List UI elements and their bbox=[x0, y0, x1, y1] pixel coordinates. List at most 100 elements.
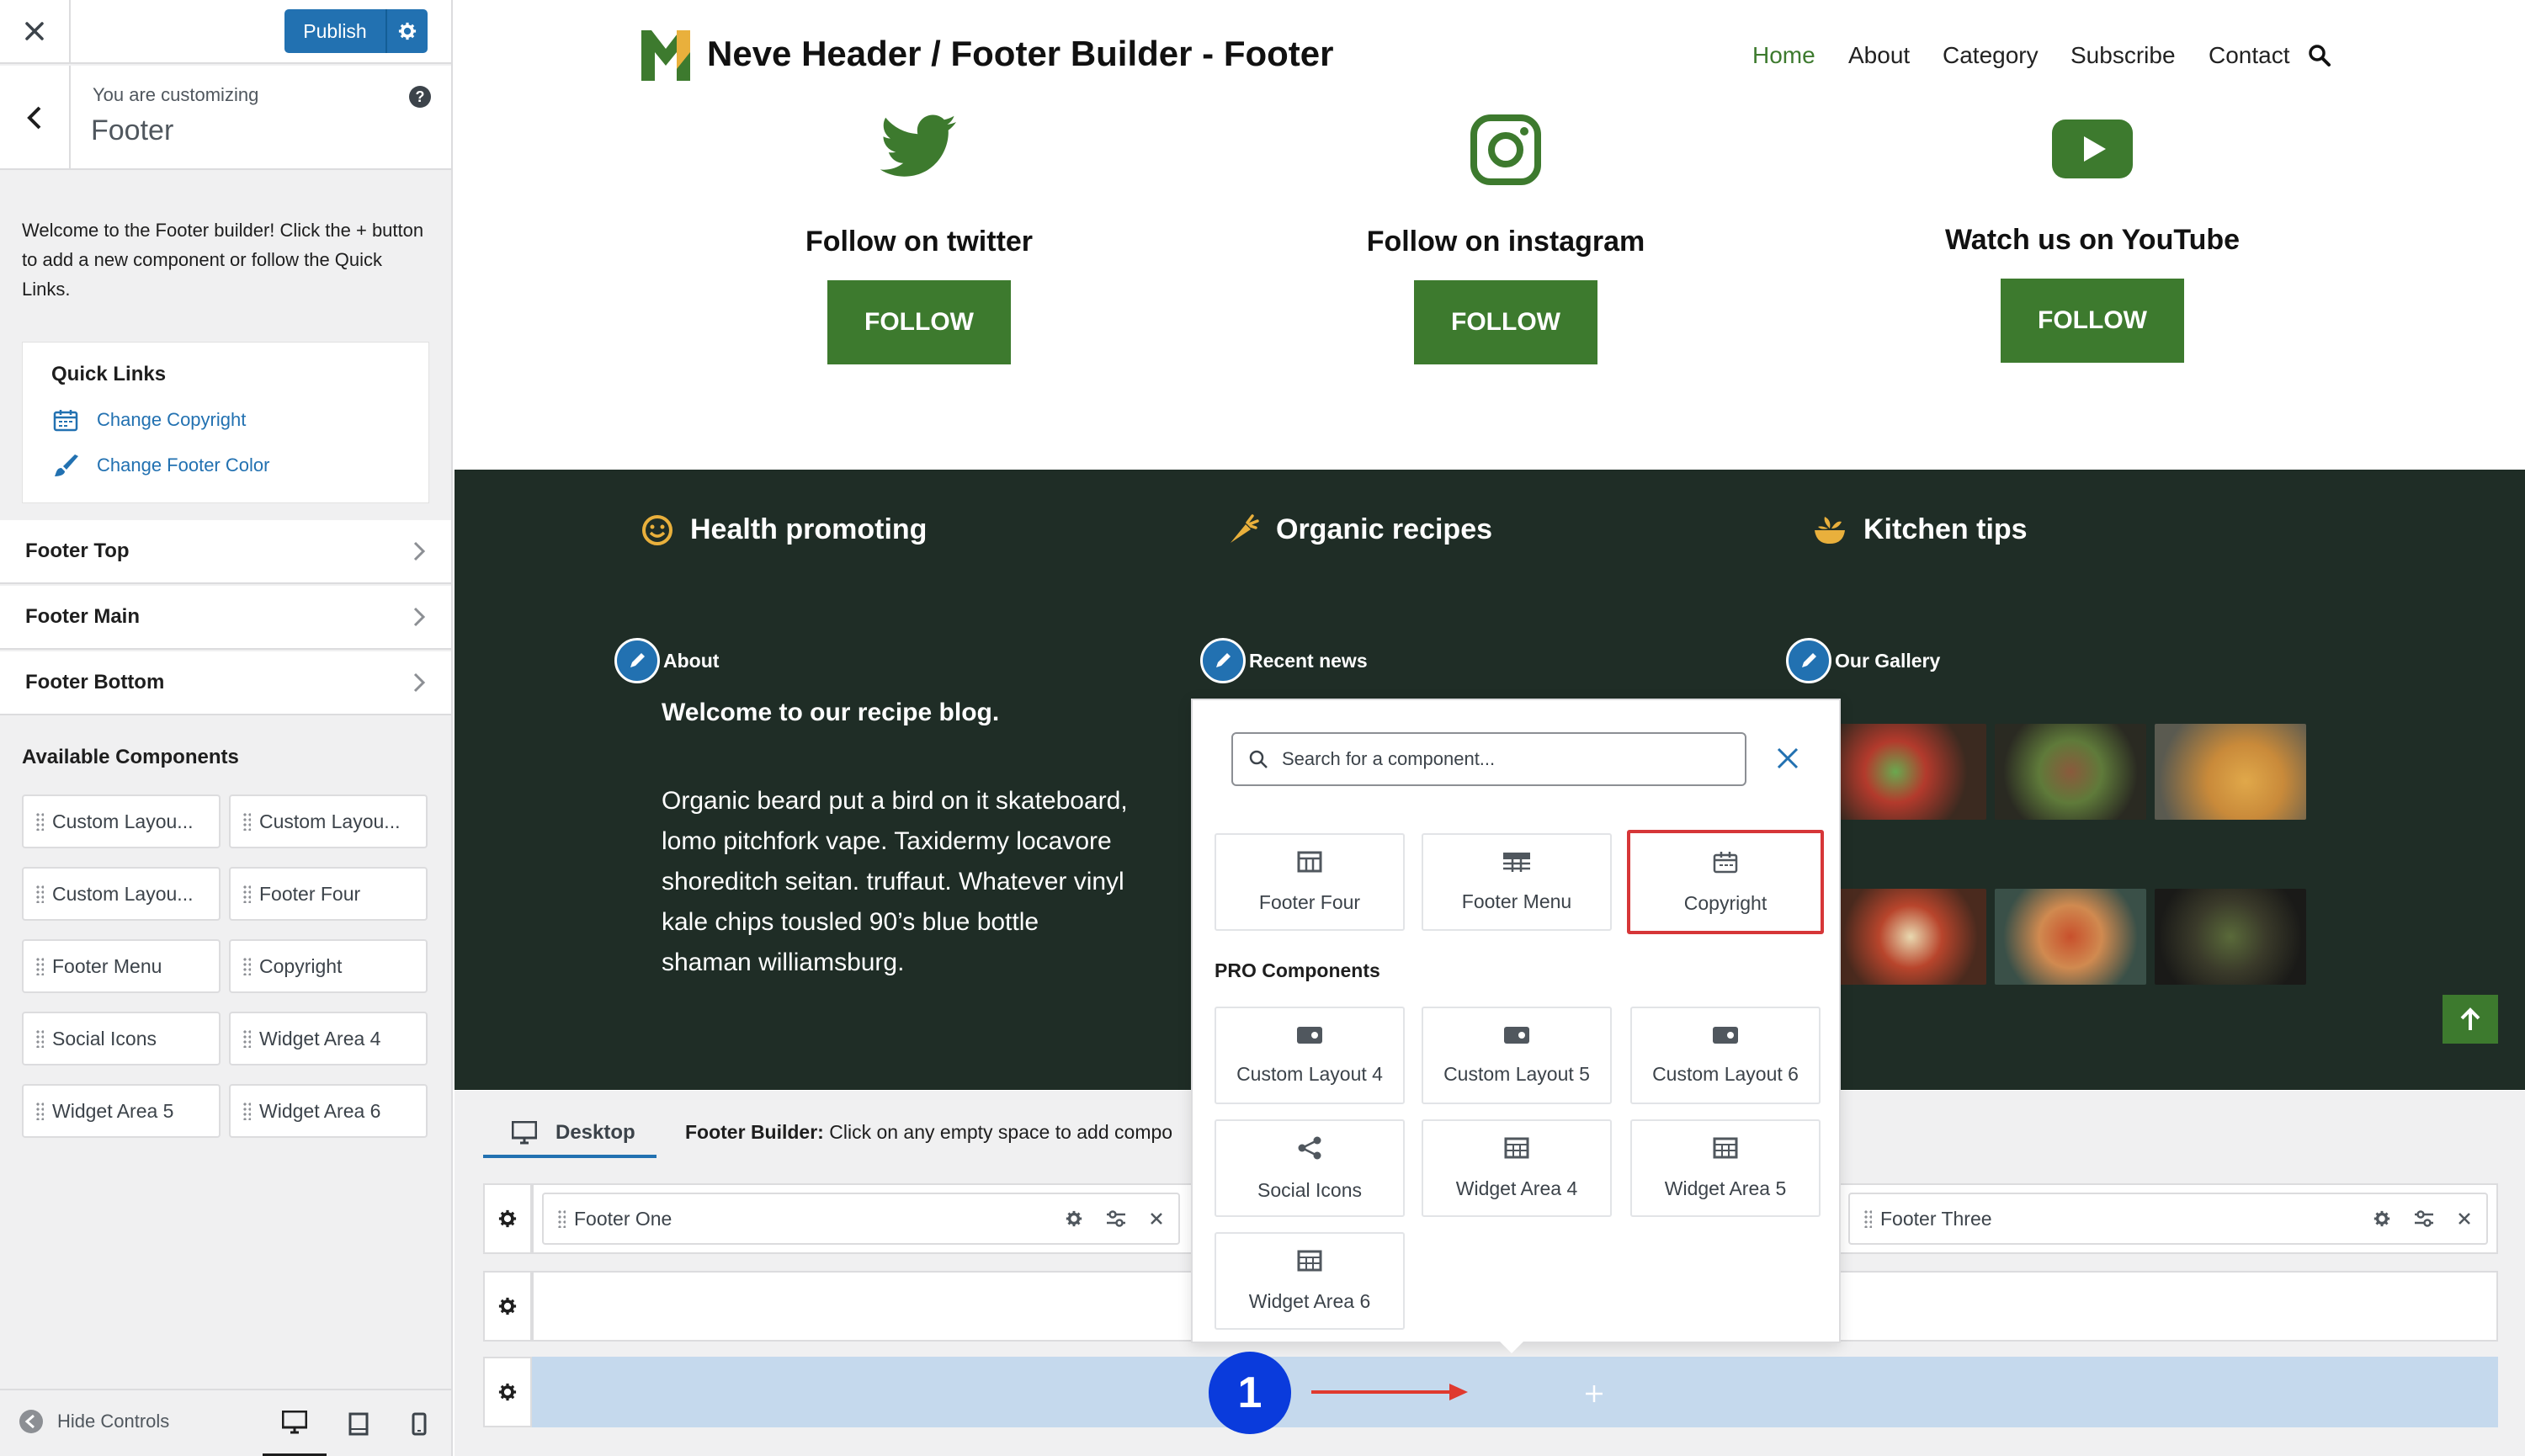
widget-recent-news-label: Recent news bbox=[1200, 638, 1368, 683]
gallery-image[interactable] bbox=[2155, 889, 2306, 985]
row-bottom-settings-button[interactable] bbox=[483, 1357, 532, 1427]
bowl-icon bbox=[1815, 516, 1845, 544]
follow-twitter-button[interactable]: FOLLOW bbox=[827, 280, 1011, 364]
publish-settings-button[interactable] bbox=[385, 9, 428, 53]
desktop-icon bbox=[512, 1121, 537, 1145]
pro-component-option[interactable]: Widget Area 5 bbox=[1630, 1119, 1821, 1217]
mobile-preview-button[interactable] bbox=[387, 1390, 451, 1456]
gallery-image[interactable] bbox=[1835, 889, 1986, 985]
pro-component-option[interactable]: Widget Area 6 bbox=[1215, 1232, 1405, 1330]
gear-icon[interactable] bbox=[2374, 1210, 2390, 1227]
gear-icon[interactable] bbox=[1066, 1210, 1082, 1227]
component-option-label: Widget Area 6 bbox=[1248, 1289, 1371, 1312]
desktop-icon bbox=[282, 1410, 307, 1433]
nav-about[interactable]: About bbox=[1848, 42, 1910, 69]
copyright-component-option[interactable]: Copyright bbox=[1627, 830, 1824, 934]
desktop-preview-button[interactable] bbox=[263, 1390, 327, 1456]
footer-main-section[interactable]: Footer Main bbox=[0, 586, 451, 650]
footer-bottom-section[interactable]: Footer Bottom bbox=[0, 651, 451, 715]
remove-icon[interactable] bbox=[2458, 1212, 2471, 1225]
pro-component-option[interactable]: Custom Layout 6 bbox=[1630, 1007, 1821, 1104]
back-button[interactable] bbox=[0, 66, 71, 170]
component-chip[interactable]: Widget Area 6 bbox=[229, 1084, 428, 1138]
tablet-preview-button[interactable] bbox=[327, 1390, 391, 1456]
pro-component-option[interactable]: Custom Layout 4 bbox=[1215, 1007, 1405, 1104]
builder-help-text: Footer Builder: Click on any empty space… bbox=[685, 1121, 1172, 1144]
custom-layout-icon bbox=[1504, 1026, 1529, 1044]
publish-button[interactable]: Publish bbox=[284, 9, 428, 53]
component-chip[interactable]: Widget Area 4 bbox=[229, 1012, 428, 1065]
close-customizer-button[interactable] bbox=[0, 0, 71, 62]
gallery-image[interactable] bbox=[1835, 724, 1986, 820]
about-text: Organic beard put a bird on it skateboar… bbox=[662, 787, 1128, 976]
row-bottom[interactable] bbox=[532, 1357, 2498, 1427]
popover-pointer bbox=[1498, 1340, 1525, 1353]
row-top-settings-button[interactable] bbox=[483, 1183, 532, 1254]
pro-component-option[interactable]: Social Icons bbox=[1215, 1119, 1405, 1217]
follow-instagram-button[interactable]: FOLLOW bbox=[1414, 280, 1597, 364]
social-youtube-block: Watch us on YouTube FOLLOW bbox=[1874, 114, 2311, 363]
pro-component-option[interactable]: Custom Layout 5 bbox=[1422, 1007, 1612, 1104]
change-copyright-link[interactable]: Change Copyright bbox=[53, 405, 246, 435]
chevron-left-icon bbox=[27, 106, 41, 130]
nav-contact[interactable]: Contact bbox=[2209, 42, 2290, 69]
nav-home[interactable]: Home bbox=[1752, 42, 1815, 69]
component-chip[interactable]: Footer Four bbox=[229, 867, 428, 921]
component-chip-label: Social Icons bbox=[52, 1027, 157, 1049]
sliders-icon[interactable] bbox=[1106, 1210, 1126, 1227]
edit-widget-button[interactable] bbox=[1786, 638, 1831, 683]
pro-component-option[interactable]: Widget Area 4 bbox=[1422, 1119, 1612, 1217]
scroll-to-top-button[interactable] bbox=[2443, 995, 2498, 1044]
change-footer-color-link[interactable]: Change Footer Color bbox=[53, 450, 269, 481]
drag-handle-icon bbox=[1863, 1209, 1872, 1228]
gallery-image[interactable] bbox=[1995, 889, 2146, 985]
component-option-label: Custom Layout 6 bbox=[1652, 1062, 1799, 1085]
social-heading: Follow on twitter bbox=[805, 226, 1034, 258]
component-chip[interactable]: Custom Layou... bbox=[22, 867, 221, 921]
hide-controls-button[interactable]: Hide Controls bbox=[19, 1409, 169, 1434]
change-copyright-label: Change Copyright bbox=[97, 409, 247, 430]
site-logo-icon bbox=[641, 30, 690, 81]
gear-icon bbox=[498, 1383, 517, 1401]
component-search-input[interactable]: Search for a component... bbox=[1231, 732, 1746, 786]
pencil-icon bbox=[1802, 653, 1816, 667]
footer-top-section[interactable]: Footer Top bbox=[0, 520, 451, 584]
gallery-image[interactable] bbox=[2155, 724, 2306, 820]
gallery-image[interactable] bbox=[1995, 724, 2146, 820]
footer-three-slot[interactable]: Footer Three bbox=[1848, 1193, 2488, 1245]
component-chip[interactable]: Custom Layou... bbox=[229, 794, 428, 848]
edit-widget-button[interactable] bbox=[614, 638, 660, 683]
desktop-tab[interactable]: Desktop bbox=[483, 1111, 656, 1158]
calendar-icon bbox=[53, 410, 78, 432]
custom-layout-icon bbox=[1297, 1026, 1322, 1044]
nav-category[interactable]: Category bbox=[1943, 42, 2039, 69]
social-heading: Watch us on YouTube bbox=[1944, 224, 2241, 256]
feature-label: Health promoting bbox=[690, 513, 928, 545]
quick-links-title: Quick Links bbox=[51, 363, 167, 385]
component-chip[interactable]: Widget Area 5 bbox=[22, 1084, 221, 1138]
close-popover-button[interactable] bbox=[1768, 739, 1807, 778]
add-component-plus-icon[interactable] bbox=[1584, 1384, 1604, 1404]
component-option[interactable]: Footer Menu bbox=[1422, 833, 1612, 931]
sliders-icon[interactable] bbox=[2414, 1210, 2434, 1227]
nav-subscribe[interactable]: Subscribe bbox=[2070, 42, 2176, 69]
change-footer-color-label: Change Footer Color bbox=[97, 454, 270, 476]
component-chip[interactable]: Custom Layou... bbox=[22, 794, 221, 848]
component-chip[interactable]: Social Icons bbox=[22, 1012, 221, 1065]
pro-components-title: PRO Components bbox=[1215, 959, 1380, 981]
follow-youtube-button[interactable]: FOLLOW bbox=[2001, 279, 2184, 363]
remove-icon[interactable] bbox=[1150, 1212, 1163, 1225]
widget-title: Recent news bbox=[1249, 649, 1368, 672]
footer-one-slot[interactable]: Footer One bbox=[542, 1193, 1180, 1245]
component-chip-label: Widget Area 6 bbox=[259, 1099, 381, 1122]
search-icon[interactable] bbox=[2308, 44, 2331, 67]
help-icon[interactable]: ? bbox=[409, 86, 431, 108]
menu-icon bbox=[1503, 852, 1530, 872]
row-main-settings-button[interactable] bbox=[483, 1271, 532, 1342]
component-option[interactable]: Footer Four bbox=[1215, 833, 1405, 931]
component-option-label: Custom Layout 5 bbox=[1443, 1062, 1590, 1085]
social-instagram-block: Follow on instagram FOLLOW bbox=[1287, 114, 1725, 364]
component-chip[interactable]: Copyright bbox=[229, 939, 428, 993]
component-chip[interactable]: Footer Menu bbox=[22, 939, 221, 993]
edit-widget-button[interactable] bbox=[1200, 638, 1246, 683]
